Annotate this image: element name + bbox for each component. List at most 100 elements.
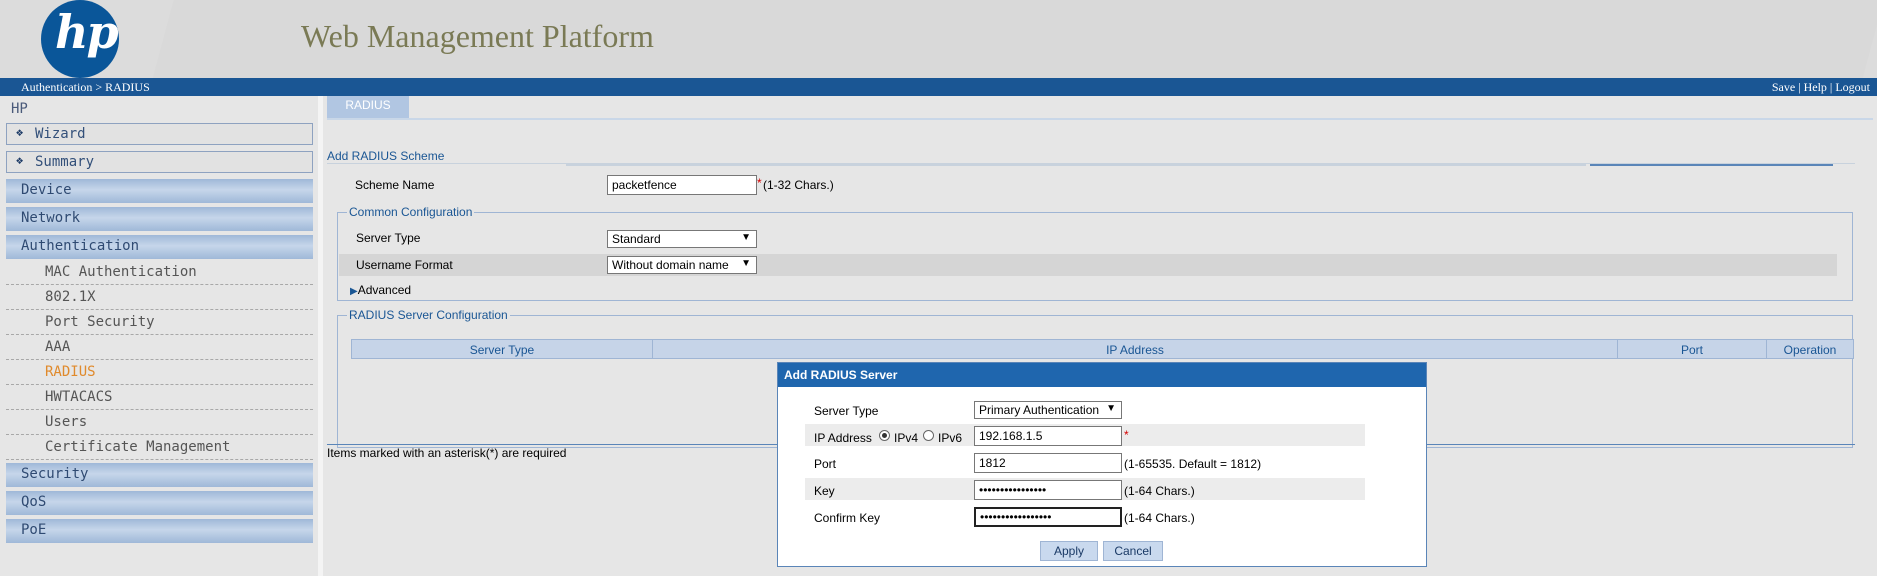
sidebar-category-label: Network	[21, 210, 81, 226]
sidebar-item-certificate-management[interactable]: Certificate Management	[6, 436, 313, 460]
sidebar-item-8021x[interactable]: 802.1X	[6, 286, 313, 310]
required-star: *	[757, 176, 762, 190]
hp-logo: hp	[41, 0, 119, 78]
server-table-header: Server Type IP Address Port Operation	[351, 339, 1854, 359]
username-format-label: Username Format	[356, 258, 453, 272]
triangle-down-icon: ▼	[741, 232, 751, 243]
sidebar-item-label: AAA	[45, 339, 71, 355]
hp-logo-text: hp	[55, 5, 119, 59]
server-type-select[interactable]: Standard ▼	[607, 230, 757, 248]
sidebar-item-wizard[interactable]: ❖ Wizard	[6, 123, 313, 145]
row-background	[339, 254, 1837, 276]
key-hint: (1-64 Chars.)	[1124, 484, 1195, 498]
sidebar-category-label: Authentication	[21, 238, 140, 254]
sidebar-item-label: 802.1X	[45, 289, 96, 305]
dialog-title: Add RADIUS Server	[784, 368, 898, 382]
sidebar-item-label: HWTACACS	[45, 389, 113, 405]
common-configuration-fieldset: Common Configuration	[337, 205, 1853, 301]
sidebar-item-label: Users	[45, 414, 88, 430]
confirm-key-hint: (1-64 Chars.)	[1124, 511, 1195, 525]
dialog-title-bar[interactable]: Add RADIUS Server	[778, 363, 1426, 387]
sidebar-item-label: Wizard	[35, 126, 86, 142]
diamond-bullet-icon: ❖	[16, 153, 24, 167]
sidebar-item-summary[interactable]: ❖ Summary	[6, 151, 313, 173]
sidebar-category-poe[interactable]: PoE	[6, 519, 313, 543]
app-title: Web Management Platform	[301, 18, 654, 54]
dialog-ip-address-label: IP Address	[814, 431, 872, 445]
tab-radius[interactable]: RADIUS	[327, 96, 409, 118]
nav-bar: Authentication > RADIUS Save | Help | Lo…	[0, 78, 1877, 96]
sidebar-root[interactable]: HP	[11, 101, 28, 117]
divider	[1590, 164, 1833, 166]
scheme-name-hint: (1-32 Chars.)	[763, 178, 834, 192]
scheme-name-label: Scheme Name	[355, 178, 435, 192]
dialog-confirm-key-label: Confirm Key	[814, 511, 881, 525]
select-value: Primary Authentication	[979, 403, 1100, 417]
top-links: Save | Help | Logout	[1772, 80, 1870, 95]
port-input[interactable]	[974, 453, 1122, 473]
required-star: *	[1124, 428, 1129, 442]
triangle-down-icon: ▼	[1104, 403, 1116, 414]
confirm-key-input[interactable]	[974, 507, 1122, 527]
fieldset-legend: RADIUS Server Configuration	[349, 308, 508, 322]
save-link[interactable]: Save	[1772, 80, 1795, 94]
sidebar-category-qos[interactable]: QoS	[6, 491, 313, 515]
sidebar: HP ❖ Wizard ❖ Summary Device Network Aut…	[0, 96, 321, 576]
cancel-button[interactable]: Cancel	[1103, 541, 1163, 561]
ipv6-label: IPv6	[938, 431, 963, 445]
sidebar-category-label: PoE	[21, 522, 47, 538]
username-format-select[interactable]: Without domain name ▼	[607, 256, 757, 274]
triangle-down-icon: ▼	[741, 258, 751, 269]
sidebar-category-authentication[interactable]: Authentication	[6, 235, 313, 259]
header: hp Web Management Platform	[0, 0, 1877, 78]
sidebar-category-device[interactable]: Device	[6, 179, 313, 203]
sidebar-category-label: Security	[21, 466, 89, 482]
column-header-ip-address: IP Address	[1106, 343, 1164, 357]
sidebar-item-hwtacacs[interactable]: HWTACACS	[6, 386, 313, 410]
dialog-server-type-label: Server Type	[814, 404, 879, 418]
sidebar-item-aaa[interactable]: AAA	[6, 336, 313, 360]
sidebar-item-mac-authentication[interactable]: MAC Authentication	[6, 261, 313, 285]
port-hint: (1-65535. Default = 1812)	[1124, 457, 1262, 471]
select-value: Without domain name	[612, 258, 729, 272]
section-title: Add RADIUS Scheme	[327, 149, 445, 163]
sidebar-category-label: Device	[21, 182, 72, 198]
column-header-port: Port	[1680, 343, 1703, 357]
sidebar-item-label: MAC Authentication	[45, 264, 197, 280]
add-radius-server-dialog: Add RADIUS Server Server Type Primary Au…	[777, 362, 1427, 567]
sidebar-item-radius[interactable]: RADIUS	[6, 361, 313, 385]
column-header-operation: Operation	[1783, 343, 1837, 357]
advanced-label: Advanced	[357, 283, 412, 297]
ipv4-label: IPv4	[894, 431, 919, 445]
apply-button[interactable]: Apply	[1040, 541, 1098, 561]
sidebar-item-label: Port Security	[45, 314, 155, 330]
sidebar-item-users[interactable]: Users	[6, 411, 313, 435]
scheme-name-input[interactable]	[607, 175, 757, 195]
dialog-server-type-select[interactable]: Primary Authentication ▼	[974, 401, 1122, 419]
ipv4-radio[interactable]	[879, 430, 890, 441]
sidebar-category-label: QoS	[21, 494, 47, 510]
sidebar-category-security[interactable]: Security	[6, 463, 313, 487]
ip-address-input[interactable]	[974, 426, 1122, 446]
breadcrumb: Authentication > RADIUS	[21, 80, 150, 94]
sidebar-item-port-security[interactable]: Port Security	[6, 311, 313, 335]
link-separator: |	[1795, 80, 1804, 94]
tab-underline	[327, 118, 1873, 120]
advanced-toggle[interactable]: ▶Advanced	[350, 283, 411, 297]
sidebar-item-label: Certificate Management	[45, 439, 231, 455]
diamond-bullet-icon: ❖	[16, 125, 24, 139]
logout-link[interactable]: Logout	[1835, 80, 1870, 94]
sidebar-item-label: RADIUS	[45, 364, 96, 380]
column-header-server-type: Server Type	[469, 343, 535, 357]
divider	[566, 164, 1586, 166]
dialog-port-label: Port	[814, 457, 837, 471]
triangle-right-icon: ▶	[350, 286, 358, 297]
fieldset-legend: Common Configuration	[349, 205, 473, 219]
sidebar-item-label: Summary	[35, 154, 95, 170]
ipv6-radio[interactable]	[923, 430, 934, 441]
key-input[interactable]	[974, 480, 1122, 500]
help-link[interactable]: Help	[1804, 80, 1827, 94]
dialog-key-label: Key	[814, 484, 835, 498]
sidebar-category-network[interactable]: Network	[6, 207, 313, 231]
select-value: Standard	[612, 232, 661, 246]
